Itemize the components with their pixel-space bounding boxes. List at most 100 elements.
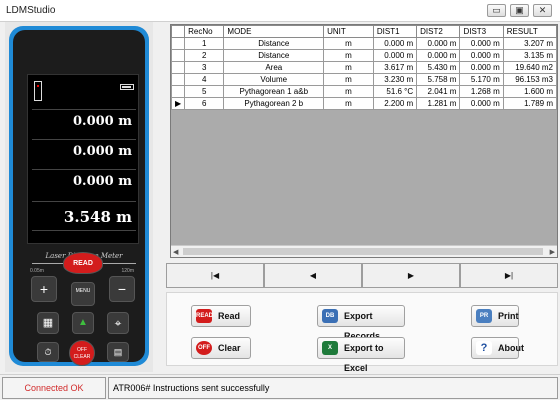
cell-result[interactable]: 1.600 m xyxy=(502,85,558,98)
display-status-row xyxy=(32,81,136,103)
last-record-button[interactable]: ▶| xyxy=(460,263,558,288)
cell-dist1[interactable]: 3.617 m xyxy=(372,61,418,74)
cell-mode[interactable]: Distance xyxy=(223,49,325,62)
cell-dist2[interactable]: 2.041 m xyxy=(416,85,461,98)
cell-result[interactable]: 3.135 m xyxy=(502,49,558,62)
cell-dist2[interactable]: 5.758 m xyxy=(416,73,461,86)
column-header-recno[interactable]: RecNo xyxy=(184,25,225,38)
help-icon: ? xyxy=(476,341,492,355)
level-icon: ▲ xyxy=(72,312,94,334)
row-indicator xyxy=(170,49,186,62)
laser-icon xyxy=(34,81,42,101)
cell-recno[interactable]: 1 xyxy=(184,37,225,50)
cell-dist1[interactable]: 0.000 m xyxy=(372,49,418,62)
column-header-mode[interactable]: MODE xyxy=(223,25,325,38)
table-row-current[interactable]: ▶ 6 Pythagorean 2 b m 2.200 m 1.281 m 0.… xyxy=(170,97,558,110)
scroll-left-icon[interactable]: ◀ xyxy=(173,248,178,256)
cell-dist2[interactable]: 5.430 m xyxy=(416,61,461,74)
cell-mode[interactable]: Area xyxy=(223,61,325,74)
clear-icon: OFF xyxy=(196,341,212,355)
database-export-icon: DB xyxy=(322,309,338,323)
export-excel-button[interactable]: X Export to Excel xyxy=(317,337,405,373)
maximize-button[interactable]: ▣ xyxy=(510,4,529,17)
cell-dist2[interactable]: 0.000 m xyxy=(416,37,461,50)
cell-mode[interactable]: Pythagorean 1 a&b xyxy=(223,85,325,98)
cell-dist2[interactable]: 0.000 m xyxy=(416,49,461,62)
target-icon: ⌖ xyxy=(107,312,129,334)
display-main-reading: 3.548 m xyxy=(32,201,136,231)
scrollbar-thumb[interactable] xyxy=(183,248,543,255)
first-record-button[interactable]: |◀ xyxy=(166,263,264,288)
records-grid[interactable]: RecNo MODE UNIT DIST1 DIST2 DIST3 RESULT… xyxy=(170,24,558,258)
cell-dist1[interactable]: 51.6 °C xyxy=(372,85,418,98)
table-row[interactable]: 1 Distance m 0.000 m 0.000 m 0.000 m 3.2… xyxy=(170,37,558,50)
cell-recno[interactable]: 6 xyxy=(184,97,225,110)
cell-dist3[interactable]: 0.000 m xyxy=(459,61,504,74)
horizontal-scrollbar[interactable]: ◀ ▶ xyxy=(171,245,557,257)
about-button[interactable]: ? About xyxy=(471,337,524,359)
cell-unit[interactable]: m xyxy=(323,61,374,74)
cell-unit[interactable]: m xyxy=(323,73,374,86)
device-panel: 0.000 m 0.000 m 0.000 m 3.548 m Laser Di… xyxy=(5,22,153,372)
cell-result[interactable]: 96.153 m3 xyxy=(502,73,558,86)
scroll-right-icon[interactable]: ▶ xyxy=(550,248,555,256)
column-header-unit[interactable]: UNIT xyxy=(323,25,374,38)
cell-result[interactable]: 19.640 m2 xyxy=(502,61,558,74)
column-header-result[interactable]: RESULT xyxy=(502,25,558,38)
cell-result[interactable]: 3.207 m xyxy=(502,37,558,50)
battery-icon xyxy=(120,84,134,90)
next-record-button[interactable]: ▶ xyxy=(362,263,460,288)
column-header-dist1[interactable]: DIST1 xyxy=(372,25,418,38)
table-row[interactable]: 5 Pythagorean 1 a&b m 51.6 °C 2.041 m 1.… xyxy=(170,85,558,98)
cell-dist1[interactable]: 3.230 m xyxy=(372,73,418,86)
table-row[interactable]: 4 Volume m 3.230 m 5.758 m 5.170 m 96.15… xyxy=(170,73,558,86)
cell-result[interactable]: 1.789 m xyxy=(502,97,558,110)
device-body: 0.000 m 0.000 m 0.000 m 3.548 m Laser Di… xyxy=(9,26,149,366)
current-row-indicator-icon: ▶ xyxy=(170,97,186,110)
cell-dist1[interactable]: 2.200 m xyxy=(372,97,418,110)
cell-recno[interactable]: 4 xyxy=(184,73,225,86)
cell-recno[interactable]: 2 xyxy=(184,49,225,62)
cell-dist3[interactable]: 0.000 m xyxy=(459,37,504,50)
close-button[interactable]: ✕ xyxy=(533,4,552,17)
cell-dist3[interactable]: 0.000 m xyxy=(459,49,504,62)
cell-unit[interactable]: m xyxy=(323,85,374,98)
row-indicator xyxy=(170,61,186,74)
device-menu-key: MENU xyxy=(71,282,95,306)
clear-button[interactable]: OFF Clear xyxy=(191,337,251,359)
cell-unit[interactable]: m xyxy=(323,49,374,62)
cell-dist3[interactable]: 1.268 m xyxy=(459,85,504,98)
minimize-button[interactable]: ▭ xyxy=(487,4,506,17)
column-header-dist2[interactable]: DIST2 xyxy=(416,25,461,38)
status-message: ATR006# Instructions sent successfully xyxy=(108,377,558,399)
actions-panel: READ Read OFF Clear DB Export Records X … xyxy=(166,292,558,373)
cell-recno[interactable]: 3 xyxy=(184,61,225,74)
cell-unit[interactable]: m xyxy=(323,37,374,50)
printer-icon: PR xyxy=(476,309,492,323)
print-button[interactable]: PR Print xyxy=(471,305,519,327)
table-row[interactable]: 2 Distance m 0.000 m 0.000 m 0.000 m 3.1… xyxy=(170,49,558,62)
about-button-label: About xyxy=(498,343,524,353)
cell-recno[interactable]: 5 xyxy=(184,85,225,98)
table-row[interactable]: 3 Area m 3.617 m 5.430 m 0.000 m 19.640 … xyxy=(170,61,558,74)
cell-dist3[interactable]: 0.000 m xyxy=(459,97,504,110)
row-indicator-header xyxy=(170,25,186,38)
export-records-button[interactable]: DB Export Records xyxy=(317,305,405,341)
cell-mode[interactable]: Distance xyxy=(223,37,325,50)
cell-dist1[interactable]: 0.000 m xyxy=(372,37,418,50)
column-header-dist3[interactable]: DIST3 xyxy=(459,25,504,38)
grid-icon: ▦ xyxy=(37,312,59,334)
read-button[interactable]: READ Read xyxy=(191,305,251,327)
print-button-label: Print xyxy=(498,311,519,321)
cell-unit[interactable]: m xyxy=(323,97,374,110)
cell-dist3[interactable]: 5.170 m xyxy=(459,73,504,86)
minus-icon: − xyxy=(109,276,135,302)
cell-mode[interactable]: Volume xyxy=(223,73,325,86)
table-header-row: RecNo MODE UNIT DIST1 DIST2 DIST3 RESULT xyxy=(170,25,558,38)
cell-mode[interactable]: Pythagorean 2 b xyxy=(223,97,325,110)
prev-record-button[interactable]: ◀ xyxy=(264,263,362,288)
title-bar: LDMStudio ▭ ▣ ✕ xyxy=(0,0,560,22)
excel-icon: X xyxy=(322,341,338,355)
cell-dist2[interactable]: 1.281 m xyxy=(416,97,461,110)
plus-icon: + xyxy=(31,276,57,302)
